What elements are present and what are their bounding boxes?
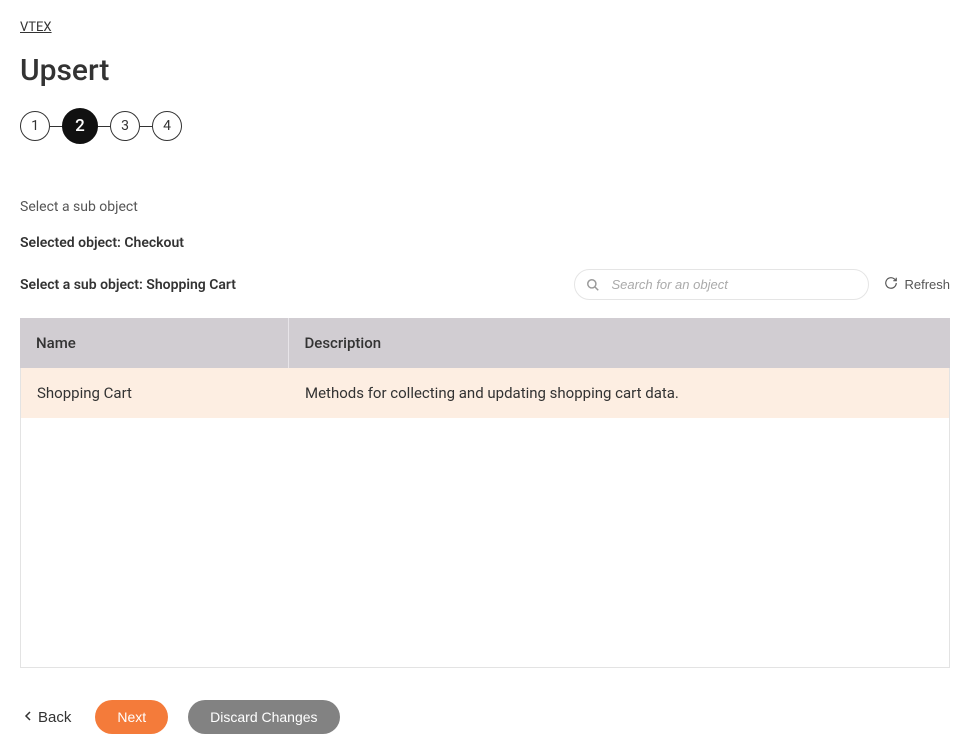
table-cell-description: Methods for collecting and updating shop… — [289, 368, 949, 418]
refresh-button[interactable]: Refresh — [884, 276, 950, 293]
step-3[interactable]: 3 — [110, 111, 140, 141]
breadcrumb[interactable]: VTEX — [20, 20, 950, 35]
object-table: Name Description — [20, 318, 950, 368]
back-button[interactable]: Back — [20, 701, 75, 734]
back-label: Back — [38, 709, 71, 726]
search-wrapper — [574, 269, 869, 300]
step-2[interactable]: 2 — [62, 108, 98, 144]
search-icon — [586, 278, 600, 292]
step-connector — [50, 126, 62, 127]
step-1[interactable]: 1 — [20, 111, 50, 141]
table-row[interactable]: Shopping Cart Methods for collecting and… — [21, 368, 949, 418]
page-title: Upsert — [20, 53, 950, 88]
footer-actions: Back Next Discard Changes — [20, 700, 950, 734]
discard-button[interactable]: Discard Changes — [188, 700, 339, 734]
stepper: 1 2 3 4 — [20, 108, 950, 144]
refresh-label: Refresh — [904, 277, 950, 292]
table-header-name: Name — [20, 318, 288, 368]
section-subtitle: Select a sub object — [20, 199, 950, 215]
table-cell-name: Shopping Cart — [21, 368, 289, 418]
step-connector — [98, 126, 110, 127]
step-connector — [140, 126, 152, 127]
table-header-description: Description — [288, 318, 950, 368]
refresh-icon — [884, 276, 898, 293]
search-input[interactable] — [574, 269, 869, 300]
chevron-left-icon — [24, 709, 32, 726]
next-button[interactable]: Next — [95, 700, 168, 734]
step-4[interactable]: 4 — [152, 111, 182, 141]
selected-object-label: Selected object: Checkout — [20, 235, 950, 251]
select-sub-object-label: Select a sub object: Shopping Cart — [20, 277, 236, 293]
